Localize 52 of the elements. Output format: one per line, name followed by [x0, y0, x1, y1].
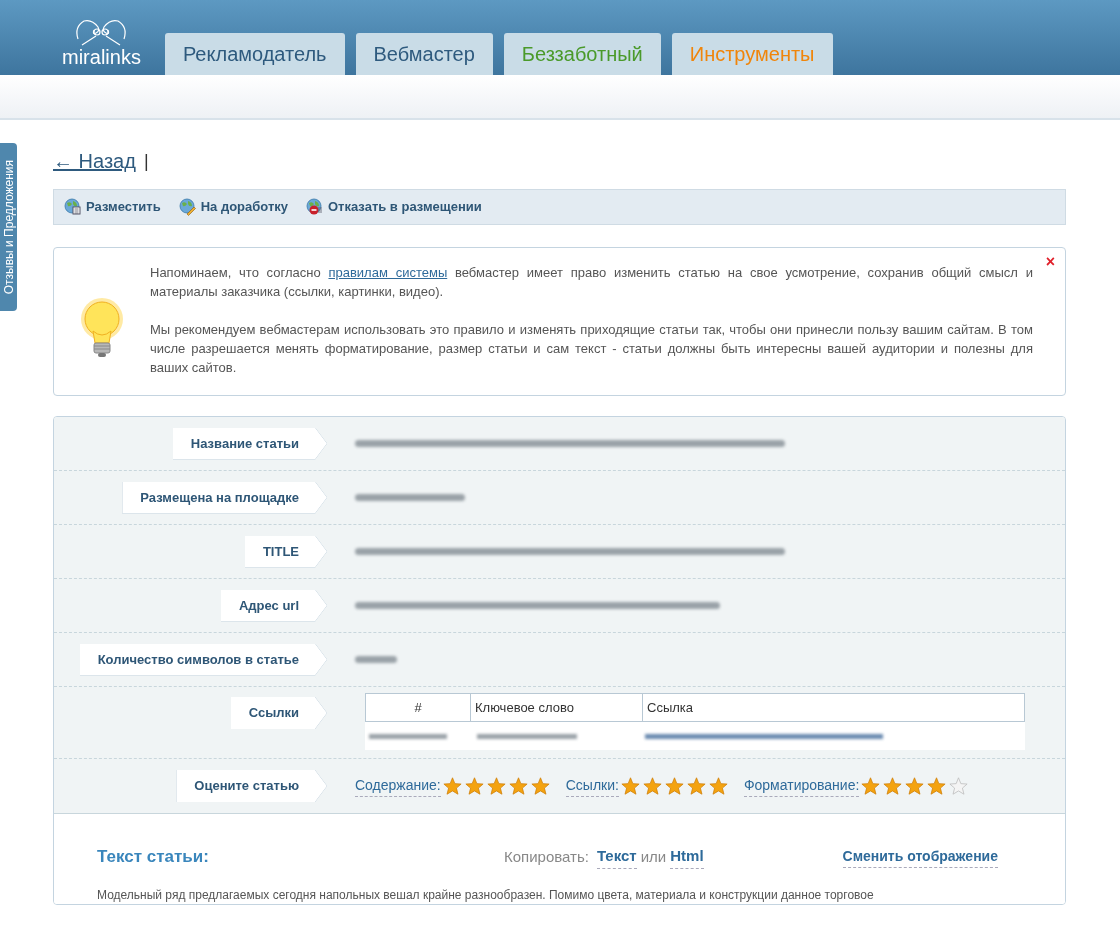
star-filled-icon[interactable] [927, 777, 947, 795]
field-label: Оцените статью [176, 770, 327, 802]
field-label: Ссылки [230, 697, 327, 729]
star-filled-icon[interactable] [530, 777, 550, 795]
star-filled-icon[interactable] [486, 777, 506, 795]
rating-label: Содержание: [355, 775, 441, 797]
feedback-side-tab[interactable]: Отзывы и Предложения [0, 143, 17, 311]
star-filled-icon[interactable] [642, 777, 662, 795]
nav-tab[interactable]: Вебмастер [355, 33, 493, 75]
notice-paragraph: Напоминаем, что согласно правилам системы вебмастер имеет право изменить статью на свое усмотрение, сохранив общий смысл и материалы заказчика (ссылки, картинки, видео). [150, 264, 1033, 301]
copy-html-link[interactable]: Html [670, 845, 704, 869]
close-button[interactable]: × [1045, 254, 1055, 270]
star-filled-icon[interactable] [883, 777, 903, 795]
or-text: или [640, 846, 667, 867]
star-filled-icon[interactable] [905, 777, 925, 795]
field-label: Название статьи [172, 427, 327, 460]
logo-text: miralinks [62, 47, 141, 67]
star-filled-icon[interactable] [708, 777, 728, 795]
field-label: Размещена на площадке [122, 481, 327, 514]
toolbar-button[interactable]: Разместить [64, 197, 161, 217]
rules-link[interactable]: правилам системы [328, 265, 448, 280]
globe-document-icon [306, 198, 324, 216]
column-header: Ссылка [642, 694, 1024, 721]
toolbar-button[interactable]: Отказать в размещении [306, 197, 482, 217]
field-label: Количество символов в статье [79, 643, 327, 676]
star-filled-icon[interactable] [664, 777, 684, 795]
blurred-value [355, 656, 397, 663]
copy-text-link[interactable]: Текст [596, 845, 637, 869]
field-label: Адрес url [220, 589, 327, 622]
article-title: Текст статьи: [97, 846, 210, 868]
column-header: # [413, 698, 423, 717]
article-body: Модельный ряд предлагаемых сегодня напольных вешал крайне разнообразен. Помимо цвета, материала и конструкции данное торговое [97, 886, 875, 904]
back-link[interactable]: ← Назад [53, 146, 136, 176]
separator-text: | [143, 149, 149, 173]
rating-label: Форматирование: [743, 775, 860, 797]
field-label: TITLE [244, 535, 327, 568]
column-header: Ключевое слово [470, 694, 642, 721]
globe-document-icon [64, 198, 82, 216]
star-filled-icon[interactable] [620, 777, 640, 795]
star-filled-icon[interactable] [508, 777, 528, 795]
notice-paragraph: Мы рекомендуем вебмастерам использовать это правило и изменять приходящие статьи так, чтобы они принесли пользу вашим сайтам. В том числе разрешается менять форматирование, размер статьи и сам текст - статьи должны быть интересны вашей аудитории и полезны для ваших сайтов. [150, 321, 1033, 377]
star-empty-icon[interactable] [949, 777, 969, 795]
nav-tab[interactable]: Рекламодатель [164, 33, 345, 75]
star-filled-icon[interactable] [442, 777, 462, 795]
copy-label: Копировать: [504, 846, 589, 867]
switch-view-link[interactable]: Сменить отображение [842, 845, 998, 868]
star-filled-icon[interactable] [464, 777, 484, 795]
star-filled-icon[interactable] [861, 777, 881, 795]
globe-document-icon [178, 198, 197, 216]
toolbar-button[interactable]: На доработку [178, 197, 288, 217]
star-filled-icon[interactable] [686, 777, 706, 795]
rating-label: Ссылки: [565, 775, 619, 797]
